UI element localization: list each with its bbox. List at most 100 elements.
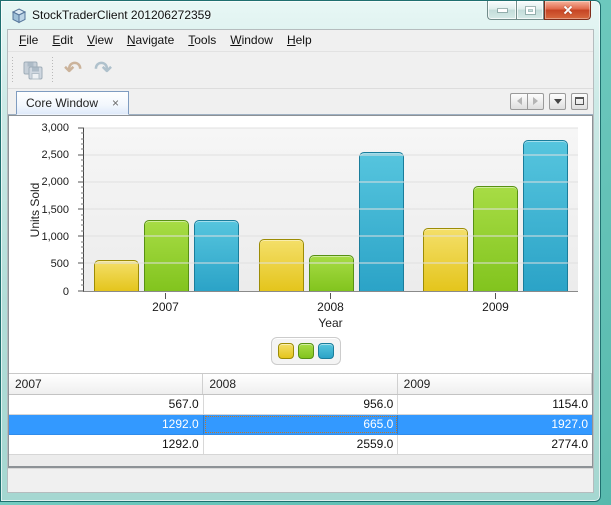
menu-view[interactable]: View xyxy=(80,31,120,49)
app-window: StockTraderClient 201206272359 File Edit… xyxy=(0,0,601,502)
y-tick-mark xyxy=(78,154,84,155)
table-cell[interactable]: 2774.0 xyxy=(398,435,592,454)
maximize-tab-button[interactable] xyxy=(571,93,588,110)
menu-navigate[interactable]: Navigate xyxy=(120,31,181,49)
bar-series-1-2008 xyxy=(259,239,304,291)
window-controls xyxy=(487,1,591,20)
y-tick-label: 1,000 xyxy=(41,231,69,243)
gridline xyxy=(84,154,578,155)
y-tick-mark xyxy=(81,268,84,269)
gridline xyxy=(84,263,578,264)
minimize-icon xyxy=(498,9,507,12)
table-row[interactable]: 1292.02559.02774.0 xyxy=(9,435,592,455)
close-button[interactable] xyxy=(544,1,591,20)
x-tick-cell xyxy=(248,293,413,299)
maximize-button[interactable] xyxy=(516,1,544,20)
x-tick-label-2007: 2007 xyxy=(83,300,248,314)
y-tick-mark xyxy=(81,285,84,286)
table-cell[interactable]: 2559.0 xyxy=(204,435,399,454)
status-bar xyxy=(8,468,593,492)
bar-series-2-2009 xyxy=(473,186,518,291)
redo-button[interactable]: ↷ xyxy=(89,56,117,84)
y-tick-mark xyxy=(81,176,84,177)
gridline xyxy=(84,209,578,210)
undo-button[interactable]: ↶ xyxy=(59,56,87,84)
toolbar-grip[interactable] xyxy=(11,57,14,83)
tab-list-dropdown-button[interactable] xyxy=(549,93,566,110)
table-cell[interactable]: 1292.0 xyxy=(9,415,204,434)
undo-icon: ↶ xyxy=(64,59,82,80)
toolbar-grip[interactable] xyxy=(51,57,54,83)
minimize-button[interactable] xyxy=(487,1,516,20)
table-header-row: 200720082009 xyxy=(9,374,592,395)
save-all-button[interactable] xyxy=(19,56,47,84)
app-cube-icon xyxy=(11,8,27,24)
table-row[interactable]: 1292.0665.01927.0 xyxy=(9,415,592,435)
tab-content: Units Sold 05001,0001,5002,0002,5003,000… xyxy=(8,115,593,468)
menu-edit[interactable]: Edit xyxy=(45,31,80,49)
y-tick-mark xyxy=(81,192,84,193)
window-title: StockTraderClient 201206272359 xyxy=(32,8,211,22)
tab-close-icon[interactable]: × xyxy=(112,97,119,109)
tab-controls xyxy=(510,93,588,110)
y-tick-label: 500 xyxy=(51,258,69,270)
y-tick-mark xyxy=(78,263,84,264)
y-tick-mark xyxy=(81,143,84,144)
bar-series-3-2007 xyxy=(194,220,239,290)
gridline xyxy=(84,127,578,128)
client-area: File Edit View Navigate Tools Window Hel… xyxy=(7,29,594,493)
y-tick-label: 2,000 xyxy=(41,176,69,188)
menu-file[interactable]: File xyxy=(12,31,45,49)
column-header-2008[interactable]: 2008 xyxy=(203,374,397,394)
legend-swatch-series-2 xyxy=(298,343,314,359)
bar-chart: Units Sold 05001,0001,5002,0002,5003,000… xyxy=(9,116,592,373)
menu-tools[interactable]: Tools xyxy=(181,31,223,49)
x-axis-ticks xyxy=(83,293,578,299)
close-icon xyxy=(562,4,574,16)
table-cell[interactable]: 956.0 xyxy=(204,395,399,414)
table-cell[interactable]: 1292.0 xyxy=(9,435,204,454)
title-bar[interactable]: StockTraderClient 201206272359 xyxy=(1,1,600,29)
desktop: StockTraderClient 201206272359 File Edit… xyxy=(0,0,611,505)
tab-core-window[interactable]: Core Window × xyxy=(16,91,129,115)
bar-series-3-2009 xyxy=(523,140,568,291)
table-cell[interactable]: 1927.0 xyxy=(398,415,592,434)
table-cell[interactable]: 567.0 xyxy=(9,395,204,414)
y-tick-mark xyxy=(78,127,84,128)
table-cell[interactable]: 665.0 xyxy=(204,415,399,434)
tab-label: Core Window xyxy=(26,96,98,110)
y-tick-mark xyxy=(81,198,84,199)
y-tick-mark xyxy=(81,274,84,275)
y-tick-mark xyxy=(81,133,84,134)
y-tick-mark xyxy=(78,290,84,291)
y-tick-mark xyxy=(81,138,84,139)
column-header-2009[interactable]: 2009 xyxy=(398,374,592,394)
y-tick-label: 2,500 xyxy=(41,149,69,161)
toolbar: ↶ ↷ xyxy=(8,52,593,89)
bar-series-2-2008 xyxy=(309,255,354,291)
y-tick-mark xyxy=(81,230,84,231)
maximize-icon xyxy=(526,7,535,14)
x-axis-title: Year xyxy=(83,316,578,330)
y-tick-mark xyxy=(78,236,84,237)
y-tick-label: 0 xyxy=(63,286,69,298)
y-tick-mark xyxy=(81,214,84,215)
y-tick-mark xyxy=(81,149,84,150)
y-tick-mark xyxy=(81,171,84,172)
y-tick-mark xyxy=(81,220,84,221)
scroll-tabs-right-button[interactable] xyxy=(527,93,544,110)
scroll-tabs-left-button[interactable] xyxy=(510,93,527,110)
column-header-2007[interactable]: 2007 xyxy=(9,374,203,394)
y-tick-mark xyxy=(81,241,84,242)
data-table: 200720082009567.0956.01154.01292.0665.01… xyxy=(9,373,592,455)
y-tick-mark xyxy=(81,187,84,188)
table-row[interactable]: 567.0956.01154.0 xyxy=(9,395,592,415)
arrow-right-icon xyxy=(533,97,542,105)
table-cell[interactable]: 1154.0 xyxy=(398,395,592,414)
menu-help[interactable]: Help xyxy=(280,31,319,49)
maximize-window-icon xyxy=(575,97,584,105)
menu-window[interactable]: Window xyxy=(223,31,280,49)
bar-series-1-2009 xyxy=(423,228,468,291)
y-tick-mark xyxy=(78,181,84,182)
x-tick-cell xyxy=(83,293,248,299)
